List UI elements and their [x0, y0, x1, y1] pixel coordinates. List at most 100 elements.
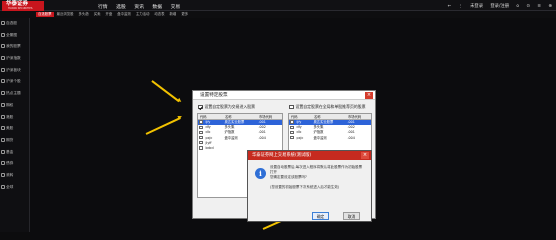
sidebar-item[interactable]: 沪深板块 — [0, 65, 29, 77]
list-rows: ljfy 奥达实业股票 .001 dfy 多头集 .002 clb 沪指数 .001 pxjc 盘中… — [289, 120, 371, 141]
list-item[interactable]: pxjc 盘中监测 .004 — [289, 136, 371, 141]
sidebar-item-label: 我的股票 — [6, 44, 21, 49]
subtab-3[interactable]: 买卖 — [92, 12, 103, 17]
sidebar-item-label: 热点主题 — [6, 91, 21, 96]
refresh-icon — [1, 172, 5, 177]
star-icon — [1, 21, 5, 25]
sidebar-item-label: 美股 — [6, 126, 14, 131]
cell-name: 盘中监测 — [224, 135, 238, 140]
menu-item-zx[interactable]: 资讯 — [134, 5, 144, 10]
back-icon[interactable]: ← — [447, 4, 451, 9]
close-icon[interactable]: × — [365, 92, 373, 99]
row-checkbox[interactable] — [290, 130, 294, 134]
sidebar-item[interactable]: 热点主题 — [0, 88, 29, 100]
cell-mkt: .004 — [258, 135, 266, 140]
menu-item-jy[interactable]: 交易 — [171, 5, 181, 10]
option-left-label: 设置自定股票为交易进入股票 — [204, 104, 256, 109]
chart-icon — [1, 56, 5, 61]
sidebar-item[interactable]: 期货 — [0, 135, 29, 147]
sidebar-item[interactable]: 美股 — [0, 123, 29, 135]
target-icon[interactable]: ⊙ — [526, 4, 530, 9]
sidebar-item[interactable]: 我的股票 — [0, 41, 29, 53]
dialog-title: 设置特定股票 — [193, 91, 375, 100]
sidebar-item[interactable]: 全球 — [0, 182, 29, 194]
row-checkbox[interactable] — [199, 141, 203, 145]
sidebar-item[interactable]: 自选股 — [0, 18, 29, 30]
top-right-controls: ← ⋮ 未登录 登录/注册 o ⊙ ≡ ⊕ — [441, 3, 552, 9]
checkbox-left[interactable] — [198, 104, 203, 110]
grid-icon — [1, 32, 5, 37]
sidebar-item[interactable]: 沪深个股 — [0, 76, 29, 88]
message-line: (您设置的初始股票下次系统进入后才能生效) — [270, 185, 340, 190]
sidebar-item-label: 自选股 — [6, 21, 18, 25]
checkbox-right[interactable] — [289, 104, 294, 110]
option-right[interactable]: 设置自定股票在全局和单股推荐页的股票 — [289, 104, 366, 110]
fire-icon — [1, 91, 5, 96]
subtab-1[interactable]: 最近浏览股 — [55, 12, 76, 17]
sidebar-item-label: 全景图 — [6, 32, 18, 37]
menu-item-xg[interactable]: 选股 — [116, 5, 126, 10]
row-checkbox[interactable] — [199, 130, 203, 134]
subtab-2[interactable]: 多头趋 — [77, 12, 91, 17]
ok-button[interactable]: 确定 — [312, 212, 329, 220]
row-checkbox[interactable] — [290, 125, 294, 129]
message-line: 设置自动股票后,每次进入程序将默认将此股票作为初始股票 — [270, 165, 363, 169]
sidebar-item-label: 全球 — [6, 184, 14, 189]
row-checkbox[interactable] — [199, 135, 203, 140]
login-status[interactable]: 未登录 — [470, 4, 483, 9]
option-right-label: 设置自定股票在全局和单股推荐页的股票 — [295, 104, 366, 109]
menu-item-sj[interactable]: 数据 — [152, 5, 162, 10]
main-menu: 行情 选股 资讯 数据 交易 — [98, 3, 187, 10]
row-checkbox[interactable] — [199, 146, 203, 150]
sidebar-item[interactable]: 港股 — [0, 112, 29, 124]
top-bar: 华泰证券 HUATAI SECURITIES 行情 选股 资讯 数据 交易 ← … — [0, 0, 556, 11]
sidebar-item[interactable]: 债券 — [0, 158, 29, 170]
row-checkbox[interactable] — [290, 135, 294, 140]
futures-icon — [1, 137, 5, 142]
subtab-0[interactable]: 自选股票 — [36, 12, 54, 17]
settings-icon[interactable]: o — [516, 4, 519, 9]
fund-icon — [1, 149, 5, 154]
hk-icon — [1, 114, 5, 119]
close-icon[interactable]: × — [361, 152, 369, 159]
sidebar-item[interactable]: 沪深指数 — [0, 53, 29, 65]
logo-subtext: HUATAI SECURITIES — [8, 7, 33, 10]
sidebar-item-label: 期权 — [6, 102, 14, 107]
cell-name: 盘中监测 — [313, 135, 327, 140]
option-left[interactable]: 设置自定股票为交易进入股票 — [198, 104, 255, 110]
row-checkbox[interactable] — [199, 125, 203, 129]
subtab-9[interactable]: 更多 — [179, 12, 190, 17]
subtab-6[interactable]: 主力活动 — [134, 12, 152, 17]
add-icon[interactable]: ⊕ — [548, 4, 552, 9]
sidebar-item[interactable]: 基金 — [0, 147, 29, 159]
sub-tabs: 自选股票 最近浏览股 多头趋 买卖 开盘 盘中监测 主力活动 动态表 新增 更多 — [36, 12, 191, 17]
subtab-5[interactable]: 盘中监测 — [115, 12, 133, 17]
menu-item-hq[interactable]: 行情 — [98, 5, 108, 10]
confirm-title: 华泰证券网上交易系统(测试版) — [248, 151, 371, 160]
subtab-4[interactable]: 开盘 — [103, 12, 114, 17]
annotation-arrow-top — [151, 80, 183, 104]
sidebar-item[interactable]: 全景图 — [0, 30, 29, 42]
subtab-8[interactable]: 新增 — [168, 12, 179, 17]
sidebar-item[interactable]: 滚转 — [0, 170, 29, 182]
sidebar-item[interactable]: 期权 — [0, 100, 29, 112]
cancel-button[interactable]: 取消 — [343, 212, 360, 220]
subtab-7[interactable]: 动态表 — [152, 12, 166, 17]
cell-mkt: .004 — [347, 135, 355, 140]
app-logo[interactable]: 华泰证券 HUATAI SECURITIES — [2, 1, 44, 11]
sidebar-item-label: 港股 — [6, 114, 14, 119]
folder-icon — [1, 44, 5, 49]
user-login-link[interactable]: 登录/注册 — [490, 4, 509, 9]
list-rows: ljfy 奥达实业股票 .001 dfy 多头集 .002 clb 沪指数 .001 pxjc 盘中… — [198, 120, 282, 151]
more-icon[interactable]: ⋮ — [458, 4, 462, 9]
list-icon — [1, 79, 5, 84]
row-checkbox[interactable] — [199, 120, 203, 124]
menu-icon[interactable]: ≡ — [537, 4, 541, 9]
sidebar-item-label: 债券 — [6, 161, 14, 166]
row-checkbox[interactable] — [290, 120, 294, 124]
info-icon: i — [255, 168, 266, 179]
confirm-message: 设置自动股票后,每次进入程序将默认将此股票作为初始股票 打开 您确定要设定该股票… — [270, 165, 368, 190]
sidebar-item-label: 沪深板块 — [6, 67, 21, 72]
sidebar-item-label: 沪深个股 — [6, 79, 21, 84]
cell-code: bdcd — [205, 145, 214, 150]
